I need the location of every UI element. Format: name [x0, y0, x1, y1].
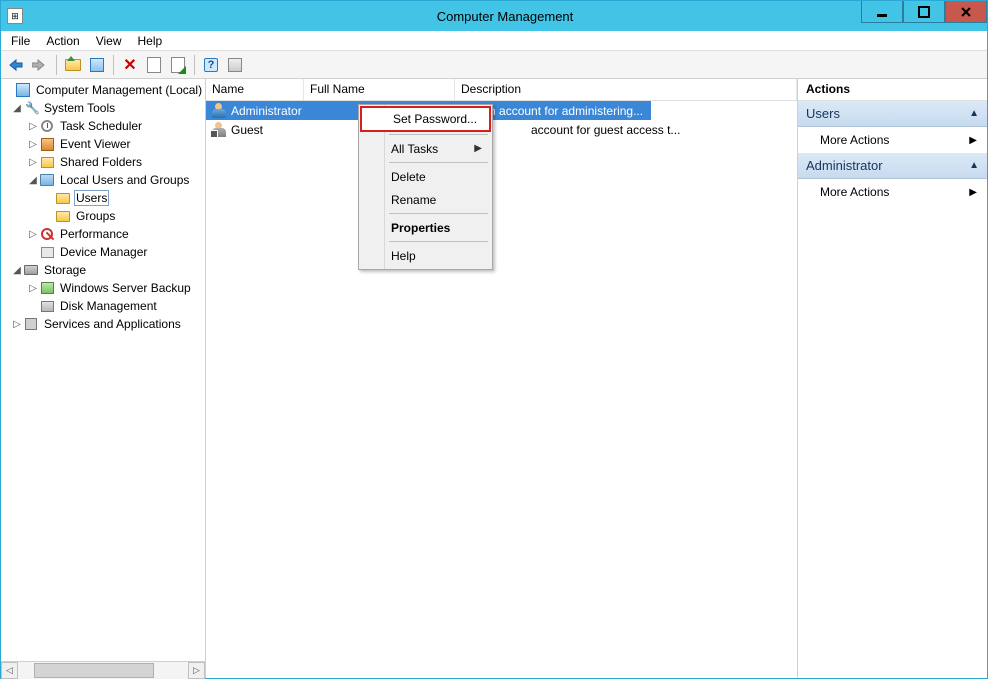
menu-separator — [389, 134, 488, 135]
submenu-arrow-icon: ▶ — [969, 135, 977, 146]
title-bar: ⊞ Computer Management — [1, 1, 987, 31]
user-icon — [210, 103, 228, 119]
export-button[interactable] — [167, 54, 189, 76]
menu-action[interactable]: Action — [46, 34, 79, 48]
expand-icon[interactable]: ▷ — [11, 319, 23, 330]
column-description[interactable]: Description — [455, 79, 797, 100]
tree-users[interactable]: Users — [3, 189, 205, 207]
expand-icon[interactable]: ▷ — [27, 121, 39, 132]
cell-name: Administrator — [231, 104, 302, 118]
expand-icon[interactable]: ◢ — [11, 265, 23, 276]
system-menu-icon[interactable]: ⊞ — [7, 8, 23, 24]
tree-performance[interactable]: ▷Performance — [3, 225, 205, 243]
expand-icon[interactable]: ▷ — [27, 139, 39, 150]
main-area: Computer Management (Local) ◢🔧System Too… — [1, 79, 987, 678]
properties-sheet-button[interactable] — [143, 54, 165, 76]
list-row-guest[interactable]: Guest account for guest access t... — [206, 120, 797, 139]
menu-help[interactable]: Help — [361, 244, 490, 267]
menu-delete[interactable]: Delete — [361, 165, 490, 188]
menu-bar: File Action View Help — [1, 31, 987, 51]
tree-disk-management[interactable]: Disk Management — [3, 297, 205, 315]
scroll-thumb[interactable] — [34, 663, 154, 678]
collapse-icon: ▲ — [969, 160, 979, 171]
column-name[interactable]: Name — [206, 79, 304, 100]
scroll-track[interactable] — [18, 662, 188, 679]
expand-icon[interactable]: ◢ — [11, 103, 23, 114]
action-more-actions-users[interactable]: More Actions▶ — [798, 127, 987, 153]
submenu-arrow-icon: ▶ — [474, 143, 482, 154]
tree-shared-folders[interactable]: ▷Shared Folders — [3, 153, 205, 171]
delete-button[interactable]: ✕ — [119, 54, 141, 76]
menu-view[interactable]: View — [96, 34, 122, 48]
tree-local-users-groups[interactable]: ◢Local Users and Groups — [3, 171, 205, 189]
expand-icon[interactable]: ◢ — [27, 175, 39, 186]
console-tree[interactable]: Computer Management (Local) ◢🔧System Too… — [1, 79, 205, 661]
list-pane: Name Full Name Description Administrator… — [206, 79, 797, 678]
toolbar: ✕ ? — [1, 51, 987, 79]
menu-help[interactable]: Help — [138, 34, 163, 48]
tree-groups[interactable]: Groups — [3, 207, 205, 225]
tree-event-viewer[interactable]: ▷Event Viewer — [3, 135, 205, 153]
menu-set-password[interactable]: Set Password... — [360, 106, 491, 132]
expand-icon[interactable]: ▷ — [27, 157, 39, 168]
expand-icon[interactable]: ▷ — [27, 283, 39, 294]
tree-pane: Computer Management (Local) ◢🔧System Too… — [1, 79, 206, 678]
menu-separator — [389, 162, 488, 163]
properties-grid-button[interactable] — [86, 54, 108, 76]
menu-file[interactable]: File — [11, 34, 30, 48]
actions-section-administrator[interactable]: Administrator▲ — [798, 153, 987, 179]
menu-separator — [389, 241, 488, 242]
actions-section-users[interactable]: Users▲ — [798, 101, 987, 127]
cell-description: account for guest access t... — [531, 123, 680, 137]
column-fullname[interactable]: Full Name — [304, 79, 455, 100]
scroll-left-button[interactable]: ◁ — [1, 662, 18, 679]
tree-device-manager[interactable]: Device Manager — [3, 243, 205, 261]
menu-rename[interactable]: Rename — [361, 188, 490, 211]
user-disabled-icon — [210, 122, 228, 138]
maximize-button[interactable] — [903, 1, 945, 23]
tree-system-tools[interactable]: ◢🔧System Tools — [3, 99, 205, 117]
context-menu: Set Password... All Tasks▶ Delete Rename… — [358, 104, 493, 270]
list-header: Name Full Name Description — [206, 79, 797, 101]
tree-windows-server-backup[interactable]: ▷Windows Server Backup — [3, 279, 205, 297]
tree-horizontal-scrollbar[interactable]: ◁ ▷ — [1, 661, 205, 678]
up-folder-button[interactable] — [62, 54, 84, 76]
collapse-icon: ▲ — [969, 108, 979, 119]
help-button[interactable]: ? — [200, 54, 222, 76]
actions-pane: Actions Users▲ More Actions▶ Administrat… — [797, 79, 987, 678]
submenu-arrow-icon: ▶ — [969, 187, 977, 198]
menu-all-tasks[interactable]: All Tasks▶ — [361, 137, 490, 160]
tree-storage[interactable]: ◢Storage — [3, 261, 205, 279]
tree-root[interactable]: Computer Management (Local) — [3, 81, 205, 99]
forward-button[interactable] — [29, 54, 51, 76]
show-actions-button[interactable] — [224, 54, 246, 76]
tree-task-scheduler[interactable]: ▷Task Scheduler — [3, 117, 205, 135]
menu-separator — [389, 213, 488, 214]
scroll-right-button[interactable]: ▷ — [188, 662, 205, 679]
tree-services-applications[interactable]: ▷Services and Applications — [3, 315, 205, 333]
minimize-button[interactable] — [861, 1, 903, 23]
back-button[interactable] — [5, 54, 27, 76]
expand-icon[interactable]: ▷ — [27, 229, 39, 240]
close-button[interactable] — [945, 1, 987, 23]
menu-properties[interactable]: Properties — [361, 216, 490, 239]
window-title: Computer Management — [23, 9, 987, 24]
cell-name: Guest — [231, 123, 263, 137]
action-more-actions-administrator[interactable]: More Actions▶ — [798, 179, 987, 205]
actions-header: Actions — [798, 79, 987, 101]
